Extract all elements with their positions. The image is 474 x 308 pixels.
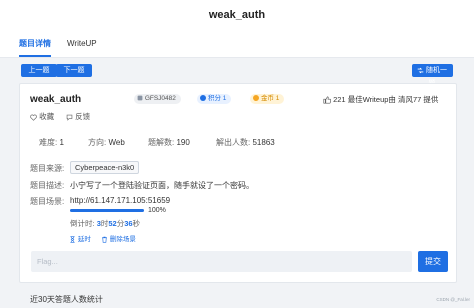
stats-heading: 近30天答题人数统计 (30, 295, 103, 304)
countdown-minutes: 52 (108, 219, 117, 228)
description-text: 小宁写了一个登陆验证页面，随手就设了一个密码。 (70, 181, 254, 190)
favorite-button[interactable]: 收藏 (30, 111, 54, 122)
feedback-button[interactable]: 反馈 (66, 111, 90, 122)
challenge-card: weak_auth GFSJ0482 积分 1 金币 1 221 最佳Write… (19, 83, 457, 283)
solvers-label: 解出人数: (216, 138, 251, 147)
delete-scene-label: 删除场景 (109, 236, 136, 243)
renew-label: 延时 (77, 236, 91, 243)
points-badge: 积分 1 (197, 94, 232, 104)
hourglass-icon (70, 236, 75, 243)
points-label: 积分 1 (208, 95, 227, 102)
page-header: weak_auth (0, 0, 474, 30)
favorite-label: 收藏 (39, 112, 55, 121)
direction-stat: 方向: Web (88, 137, 125, 148)
scene-label: 题目场景: (30, 197, 65, 206)
thumbs-up-icon[interactable] (323, 96, 331, 104)
challenge-id-badge: GFSJ0482 (134, 94, 181, 104)
trash-icon (102, 236, 107, 243)
solved-stat: 题解数: 190 (148, 137, 190, 148)
difficulty-stat: 难度: 1 (39, 137, 64, 148)
tab-challenge-details[interactable]: 题目详情 (19, 30, 51, 57)
solved-value: 190 (176, 138, 190, 147)
random-challenge-button[interactable]: 随机一题 (412, 64, 453, 87)
delete-scene-button[interactable]: 删除场景 (101, 233, 136, 243)
scene-progress-fill (70, 209, 144, 212)
countdown-seconds-unit: 秒 (132, 219, 141, 228)
best-writeup-credit[interactable]: 最佳Writeup由 清风77 提供 (348, 95, 439, 104)
submit-flag-button[interactable]: 提交 (418, 251, 448, 272)
direction-value: Web (108, 138, 125, 147)
source-label: 题目来源: (30, 164, 65, 173)
points-icon (200, 95, 206, 101)
flag-input[interactable] (31, 251, 412, 272)
puzzle-icon (137, 95, 143, 101)
heart-icon (30, 114, 37, 121)
source-tag: Cyberpeace-n3k0 (70, 161, 140, 174)
solvers-value: 51863 (252, 138, 275, 147)
likes-count: 221 (333, 95, 346, 104)
next-challenge-button[interactable]: 下一题 (56, 64, 92, 77)
tab-writeup[interactable]: WriteUP (67, 30, 97, 57)
renew-button[interactable]: 延时 (69, 233, 91, 243)
countdown-seconds: 36 (124, 219, 133, 228)
prev-challenge-button[interactable]: 上一题 (21, 64, 57, 77)
direction-label: 方向: (88, 138, 107, 147)
difficulty-label: 难度: (39, 138, 58, 147)
feedback-label: 反馈 (75, 112, 91, 121)
description-label: 题目描述: (30, 181, 65, 190)
watermark: CSDN @_Fal.ler (436, 297, 470, 302)
scene-progress-bar (70, 209, 144, 212)
solvers-stat: 解出人数: 51863 (216, 137, 275, 148)
difficulty-value: 1 (59, 138, 64, 147)
countdown-label: 倒计时: (70, 219, 95, 228)
page-title: weak_auth (208, 9, 266, 21)
coins-label: 金币 1 (261, 95, 280, 102)
tab-bar: 题目详情 WriteUP (0, 30, 474, 58)
countdown: 倒计时: 3时52分36秒 (70, 218, 140, 229)
coin-icon (253, 95, 259, 101)
challenge-name: weak_auth (30, 94, 82, 105)
challenge-id: GFSJ0482 (144, 95, 176, 102)
scene-progress-text: 100% (148, 207, 166, 214)
coins-badge: 金币 1 (250, 94, 285, 104)
likes-group: 221 最佳Writeup由 清风77 提供 (323, 94, 438, 105)
feedback-icon (66, 114, 73, 121)
scene-url[interactable]: http://61.147.171.105:51659 (70, 196, 170, 205)
random-icon (417, 67, 424, 73)
solved-label: 题解数: (148, 138, 175, 147)
